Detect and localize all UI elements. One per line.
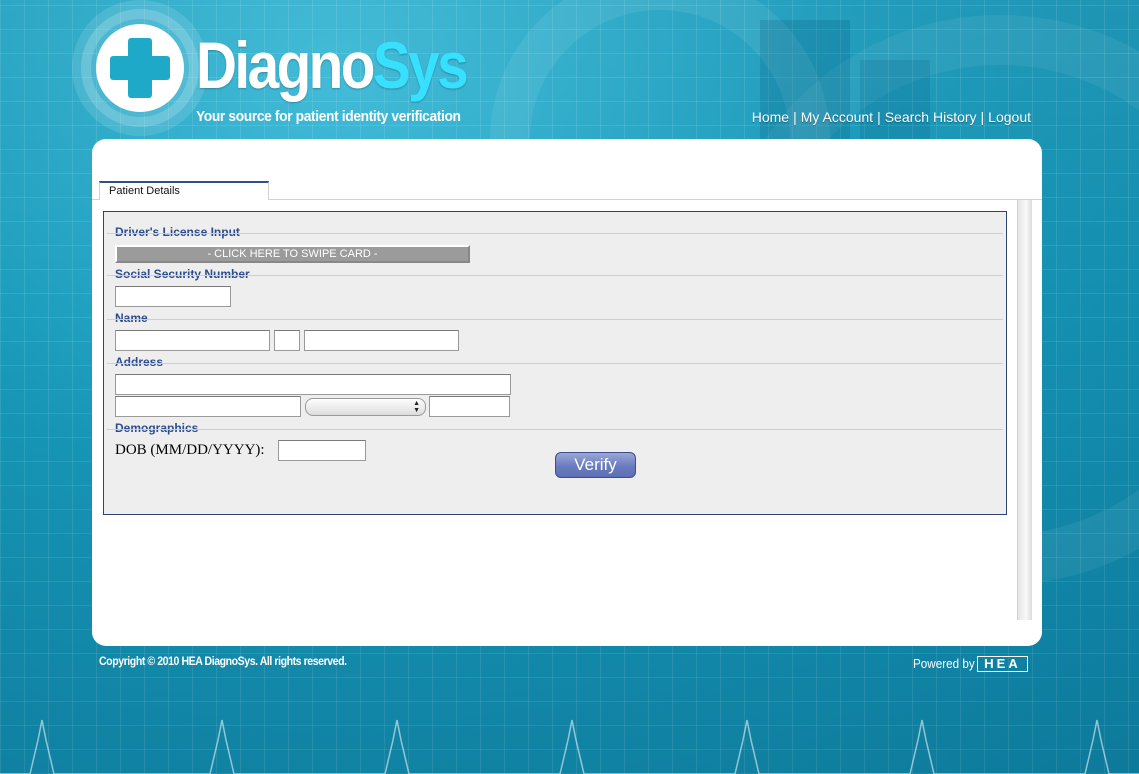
nav-separator: | xyxy=(980,109,985,125)
city-input[interactable] xyxy=(115,396,301,417)
divider xyxy=(107,233,1003,234)
hea-logo: HEA xyxy=(977,656,1028,672)
copyright: Copyright © 2010 HEA DiagnoSys. All righ… xyxy=(99,654,347,668)
nav-my-account[interactable]: My Account xyxy=(801,109,873,125)
section-name: Name xyxy=(115,311,148,325)
middle-initial-input[interactable] xyxy=(274,330,300,351)
first-name-input[interactable] xyxy=(115,330,270,351)
tab-patient-details[interactable]: Patient Details xyxy=(99,181,269,200)
dob-input[interactable] xyxy=(278,440,366,461)
dob-label: DOB (MM/DD/YYYY): xyxy=(115,442,265,458)
brand-secondary: Sys xyxy=(372,28,469,102)
patient-form: Driver's License Input - CLICK HERE TO S… xyxy=(103,211,1007,515)
brand-name: DiagnoSys xyxy=(196,32,469,98)
powered-by: Powered by xyxy=(913,656,975,671)
main-panel: Patient Details Driver's License Input -… xyxy=(92,139,1042,646)
top-nav: Home | My Account | Search History | Logout xyxy=(752,109,1031,125)
section-drivers-license: Driver's License Input xyxy=(115,225,240,239)
nav-home[interactable]: Home xyxy=(752,109,789,125)
zip-input[interactable] xyxy=(429,396,510,417)
divider xyxy=(107,275,1003,276)
nav-search-history[interactable]: Search History xyxy=(885,109,977,125)
ssn-input[interactable] xyxy=(115,286,231,307)
tagline: Your source for patient identity verific… xyxy=(196,108,461,125)
vertical-scrollbar[interactable] xyxy=(1017,200,1032,620)
nav-separator: | xyxy=(793,109,797,125)
swipe-card-button[interactable]: - CLICK HERE TO SWIPE CARD - xyxy=(115,245,470,263)
divider xyxy=(107,363,1003,364)
section-ssn: Social Security Number xyxy=(115,267,250,281)
nav-logout[interactable]: Logout xyxy=(988,109,1031,125)
brand-primary: Diagno xyxy=(196,28,375,102)
divider xyxy=(107,429,1003,430)
tab-bar: Patient Details xyxy=(92,181,1042,200)
state-select[interactable]: ▲ ▼ xyxy=(305,398,426,416)
section-address: Address xyxy=(115,355,164,369)
divider xyxy=(107,319,1003,320)
medical-cross-icon xyxy=(72,0,208,136)
section-demographics: Demographics xyxy=(115,421,199,435)
street-address-input[interactable] xyxy=(115,374,511,395)
last-name-input[interactable] xyxy=(304,330,459,351)
select-arrows-icon: ▲ ▼ xyxy=(413,400,420,414)
verify-button[interactable]: Verify xyxy=(555,452,636,478)
nav-separator: | xyxy=(877,109,881,125)
